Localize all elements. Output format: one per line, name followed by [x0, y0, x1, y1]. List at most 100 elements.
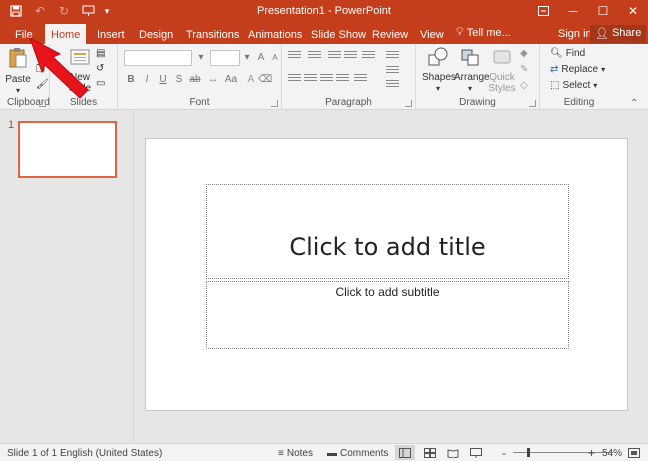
fit-to-window-icon[interactable] — [628, 448, 640, 458]
collapse-ribbon-icon[interactable]: ⌃ — [630, 98, 638, 109]
zoom-level[interactable]: 54% — [602, 448, 622, 459]
tab-design[interactable]: Design — [133, 26, 179, 44]
shape-outline-icon[interactable]: ✎ — [520, 64, 528, 75]
numbering-icon[interactable] — [308, 51, 321, 62]
find-label: Find — [565, 48, 586, 59]
shapes-button[interactable]: Shapes ▾ — [422, 47, 456, 94]
close-icon[interactable]: ✕ — [618, 0, 648, 22]
font-group-label: Font — [189, 97, 210, 108]
tell-me-box[interactable]: 💡︎ Tell me... — [456, 26, 511, 39]
editing-group: 🔍︎ Find ⇄ Replace ▾ ⬚ Select ▾ Editing — [540, 44, 618, 110]
tab-transitions[interactable]: Transitions — [180, 26, 245, 44]
increase-indent-icon[interactable] — [344, 51, 357, 62]
subtitle-placeholder[interactable]: Click to add subtitle — [206, 281, 569, 349]
quick-styles-button[interactable]: Quick Styles — [486, 47, 518, 94]
shadow-icon[interactable]: S — [172, 73, 186, 87]
tab-insert[interactable]: Insert — [91, 26, 131, 44]
bold-icon[interactable]: B — [124, 73, 138, 87]
tab-review[interactable]: Review — [366, 26, 414, 44]
select-dropdown-icon: ▾ — [593, 81, 598, 90]
align-left-icon[interactable] — [288, 74, 301, 85]
format-painter-icon[interactable]: 🖌︎ — [36, 79, 49, 90]
share-button[interactable]: 👤︎ Share — [590, 25, 647, 43]
font-name-box[interactable] — [124, 50, 192, 66]
underline-icon[interactable]: U — [156, 73, 170, 87]
bullets-icon[interactable] — [288, 51, 301, 62]
font-launcher-icon[interactable] — [271, 100, 278, 107]
new-slide-button[interactable]: New Slide — [66, 47, 94, 94]
sign-in-link[interactable]: Sign in — [558, 28, 592, 40]
align-right-icon[interactable] — [320, 74, 333, 85]
change-case-icon[interactable]: Aa — [224, 73, 238, 87]
title-placeholder[interactable]: Click to add title — [206, 184, 569, 279]
decrease-font-icon[interactable]: A — [268, 51, 282, 65]
character-spacing-icon[interactable]: ↔ — [206, 73, 220, 87]
decrease-indent-icon[interactable] — [328, 51, 341, 62]
zoom-in-button[interactable]: + — [588, 446, 595, 460]
justify-icon[interactable] — [336, 74, 349, 85]
slide-thumbnail[interactable] — [18, 121, 117, 178]
line-spacing-icon[interactable] — [362, 51, 375, 62]
shapes-dropdown-icon: ▾ — [435, 84, 440, 93]
quick-styles-label-1: Quick — [489, 72, 515, 83]
paste-label: Paste — [5, 74, 31, 85]
replace-label: Replace — [561, 64, 599, 75]
drawing-launcher-icon[interactable] — [529, 100, 536, 107]
font-color-icon[interactable]: A — [244, 73, 258, 87]
paragraph-group: Paragraph — [282, 44, 416, 110]
italic-icon[interactable]: I — [140, 73, 154, 87]
quick-styles-icon — [493, 50, 511, 64]
language-indicator[interactable]: English (United States) — [60, 448, 162, 459]
zoom-out-button[interactable]: - — [502, 446, 506, 460]
slides-group-label: Slides — [69, 97, 98, 108]
notes-label: Notes — [286, 448, 313, 459]
slide-sorter-icon[interactable] — [420, 445, 440, 460]
font-size-dropdown-icon[interactable]: ▾ — [240, 51, 254, 65]
font-size-box[interactable] — [210, 50, 240, 66]
slides-group: New Slide ▤ ↺ ▭ Slides — [50, 44, 118, 110]
find-button[interactable]: 🔍︎ Find — [550, 48, 585, 59]
paste-button[interactable]: Paste ▾ — [4, 47, 32, 96]
slide-show-icon[interactable] — [466, 445, 486, 460]
clipboard-launcher-icon[interactable] — [39, 100, 46, 107]
reading-view-icon[interactable] — [443, 445, 463, 460]
select-button[interactable]: ⬚ Select ▾ — [550, 80, 597, 91]
paragraph-launcher-icon[interactable] — [405, 100, 412, 107]
status-bar: Slide 1 of 1 English (United States) ≡ N… — [0, 443, 648, 461]
columns-icon[interactable] — [354, 74, 367, 85]
align-text-icon[interactable] — [386, 66, 399, 77]
font-name-dropdown-icon[interactable]: ▾ — [194, 51, 208, 65]
arrange-button[interactable]: Arrange ▾ — [454, 47, 490, 94]
tab-home[interactable]: Home — [45, 24, 87, 44]
drawing-group: Shapes ▾ Arrange ▾ Quick Styles ◆ ✎ ◇ Dr… — [416, 44, 540, 110]
clear-formatting-icon[interactable]: ⌫ — [258, 73, 272, 87]
tab-view[interactable]: View — [414, 26, 450, 44]
align-center-icon[interactable] — [304, 74, 317, 85]
shape-effects-icon[interactable]: ◇ — [520, 80, 528, 91]
select-icon: ⬚ — [550, 80, 560, 91]
strikethrough-icon[interactable]: ab — [188, 73, 202, 87]
notes-button[interactable]: ≡ Notes — [278, 448, 313, 459]
normal-view-icon[interactable] — [395, 445, 415, 460]
layout-icon[interactable]: ▤ — [96, 48, 105, 59]
cut-icon[interactable]: ✂ — [36, 49, 44, 60]
section-icon[interactable]: ▭ — [96, 78, 105, 89]
slide-canvas[interactable]: Click to add title Click to add subtitle — [145, 138, 628, 411]
text-direction-icon[interactable] — [386, 51, 399, 62]
reset-icon[interactable]: ↺ — [96, 63, 104, 74]
copy-icon[interactable]: ❐ — [36, 64, 45, 75]
increase-font-icon[interactable]: A — [254, 51, 268, 65]
restore-icon[interactable]: ☐ — [588, 0, 618, 22]
zoom-slider-thumb[interactable] — [527, 448, 530, 457]
tab-slide-show[interactable]: Slide Show — [305, 26, 372, 44]
tab-animations[interactable]: Animations — [242, 26, 308, 44]
tab-file[interactable]: File — [9, 26, 39, 44]
ribbon-display-icon[interactable] — [528, 0, 558, 22]
shape-fill-icon[interactable]: ◆ — [520, 48, 528, 59]
comments-button[interactable]: ▬ Comments — [327, 448, 388, 459]
clipboard-group: Paste ▾ ✂ ❐ 🖌︎ Clipboard — [0, 44, 50, 110]
replace-button[interactable]: ⇄ Replace ▾ — [550, 64, 605, 75]
minimize-icon[interactable]: ─ — [558, 0, 588, 22]
quick-styles-label-2: Styles — [488, 83, 516, 94]
smartart-icon[interactable] — [386, 80, 399, 91]
